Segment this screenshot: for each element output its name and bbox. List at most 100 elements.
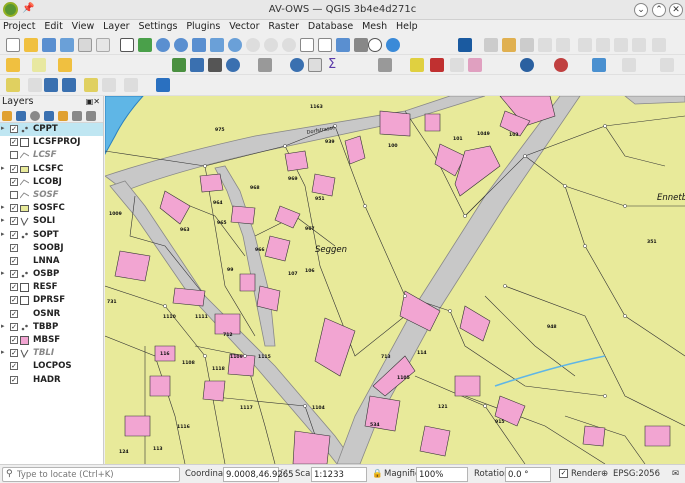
save-edits-icon[interactable] — [520, 38, 534, 52]
layer-visibility-checkbox[interactable]: ✓ — [10, 375, 18, 384]
layer-visibility-checkbox[interactable]: ✓ — [10, 283, 18, 292]
delete-selected-icon[interactable] — [578, 38, 592, 52]
map-canvas[interactable]: Seggen Ennetb Dorfstrasse 1163 975 939 100 1… — [105, 96, 685, 464]
bookmark-icon[interactable] — [336, 38, 350, 52]
manage-visibility-icon[interactable] — [30, 111, 40, 121]
label-star-icon[interactable] — [84, 78, 98, 92]
save-project-icon[interactable] — [42, 38, 56, 52]
new-3d-view-icon[interactable] — [318, 38, 332, 52]
layout-manager-icon[interactable] — [96, 38, 110, 52]
select-features-icon[interactable] — [32, 58, 46, 72]
layer-item[interactable]: ▸ ✓ TBLI — [0, 347, 103, 360]
layer-item[interactable]: ✓ OSNR — [0, 308, 103, 321]
menu-database[interactable]: Database — [305, 20, 356, 32]
layer-visibility-checkbox[interactable]: ✓ — [10, 204, 18, 213]
python-console-icon[interactable] — [458, 38, 472, 52]
minimize-icon[interactable]: ⌄ — [634, 3, 648, 17]
layer-visibility-checkbox[interactable]: ✓ — [10, 296, 18, 305]
map-tips-icon[interactable] — [290, 58, 304, 72]
menu-raster[interactable]: Raster — [265, 20, 302, 32]
add-group-icon[interactable] — [16, 111, 26, 121]
copy-features-icon[interactable] — [614, 38, 628, 52]
rotation-field[interactable]: 0.0 ° — [505, 467, 551, 482]
paste-features-icon[interactable] — [632, 38, 646, 52]
layer-item[interactable]: ✓ LOCPOS — [0, 360, 103, 373]
layer-item[interactable]: ▸ ✓ TBBP — [0, 321, 103, 334]
layer-visibility-checkbox[interactable] — [10, 190, 18, 199]
expand-all-icon[interactable] — [72, 111, 82, 121]
magnifier-field[interactable]: 100% — [416, 467, 468, 482]
layer-item[interactable]: ✓ LCOBJ — [0, 176, 103, 189]
pan-to-selection-icon[interactable] — [138, 38, 152, 52]
zoom-out-icon[interactable] — [174, 38, 188, 52]
label-settings-icon[interactable] — [6, 78, 20, 92]
expand-arrow-icon[interactable]: ▸ — [1, 230, 5, 238]
menu-plugins[interactable]: Plugins — [183, 20, 223, 32]
refresh-icon[interactable] — [386, 38, 400, 52]
style-icon[interactable] — [2, 111, 12, 121]
text-annotation-icon[interactable] — [378, 58, 392, 72]
undo-icon[interactable] — [652, 38, 666, 52]
attribute-table-icon[interactable] — [190, 58, 204, 72]
advanced-digitizing-icon[interactable] — [622, 58, 636, 72]
temporal-controller-icon[interactable] — [368, 38, 382, 52]
menu-view[interactable]: View — [69, 20, 98, 32]
statistics-icon[interactable] — [226, 58, 240, 72]
zoom-next-icon[interactable] — [282, 38, 296, 52]
processing-icon[interactable] — [592, 58, 606, 72]
label-rotate-icon[interactable] — [44, 78, 58, 92]
layer-item[interactable]: ✓ SOOBJ — [0, 242, 103, 255]
layer-visibility-checkbox[interactable]: ✓ — [10, 177, 18, 186]
layer-visibility-checkbox[interactable]: ✓ — [10, 349, 18, 358]
layer-visibility-checkbox[interactable]: ✓ — [10, 362, 18, 371]
layer-item[interactable]: ✓ MBSF — [0, 334, 103, 347]
layer-item[interactable]: ▸ ✓ SOSFC — [0, 202, 103, 215]
label-pin-icon[interactable] — [430, 58, 444, 72]
label-text-icon[interactable] — [102, 78, 116, 92]
toggle-editing-icon[interactable] — [502, 38, 516, 52]
zoom-last-icon[interactable] — [264, 38, 278, 52]
layer-item[interactable]: ✓ HADR — [0, 374, 103, 387]
new-project-icon[interactable] — [6, 38, 20, 52]
layer-item[interactable]: SOSF — [0, 189, 103, 202]
filter-expression-icon[interactable] — [58, 111, 68, 121]
menu-vector[interactable]: Vector — [226, 20, 262, 32]
layer-item[interactable]: ✓ DPRSF — [0, 294, 103, 307]
layer-item[interactable]: ▸ ✓ LCSFC — [0, 163, 103, 176]
layer-item[interactable]: ▸ ✓ CPPT — [0, 123, 103, 137]
expand-arrow-icon[interactable]: ▸ — [1, 269, 5, 277]
expand-arrow-icon[interactable]: ▸ — [1, 124, 5, 132]
menu-help[interactable]: Help — [393, 20, 421, 32]
measure-icon[interactable] — [258, 58, 272, 72]
menu-mesh[interactable]: Mesh — [359, 20, 390, 32]
coordinate-field[interactable]: 9.0008,46.9265 — [223, 467, 294, 482]
zoom-full-icon[interactable] — [192, 38, 206, 52]
locator-input[interactable] — [17, 469, 177, 480]
layer-item[interactable]: ▸ ✓ OSBP — [0, 268, 103, 281]
save-as-icon[interactable] — [60, 38, 74, 52]
label-change-icon[interactable] — [62, 78, 76, 92]
layer-item[interactable]: ✓ LCSFPROJ — [0, 136, 103, 149]
python-icon[interactable] — [156, 78, 170, 92]
zoom-in-icon[interactable] — [156, 38, 170, 52]
layer-visibility-checkbox[interactable]: ✓ — [10, 125, 18, 133]
layer-visibility-checkbox[interactable] — [10, 151, 18, 160]
layer-visibility-checkbox[interactable]: ✓ — [10, 217, 18, 226]
add-feature-icon[interactable] — [538, 38, 552, 52]
crs-icon[interactable]: ⊕ — [601, 469, 608, 479]
menu-project[interactable]: Project — [0, 20, 39, 32]
sum-icon[interactable]: Σ — [328, 58, 342, 72]
open-project-icon[interactable] — [24, 38, 38, 52]
layer-item[interactable]: ✓ RESF — [0, 281, 103, 294]
layer-visibility-checkbox[interactable]: ✓ — [10, 270, 18, 279]
messages-icon[interactable]: ✉ — [672, 469, 679, 479]
label-tool-icon[interactable] — [410, 58, 424, 72]
layer-item[interactable]: ✓ LNNA — [0, 255, 103, 268]
expand-arrow-icon[interactable]: ▸ — [1, 164, 5, 172]
scale-field[interactable]: 1:1233 — [311, 467, 367, 482]
expand-arrow-icon[interactable]: ▸ — [1, 322, 5, 330]
menu-layer[interactable]: Layer — [100, 20, 133, 32]
layer-item[interactable]: LCSF — [0, 149, 103, 162]
new-map-view-icon[interactable] — [300, 38, 314, 52]
zoom-native-icon[interactable] — [246, 38, 260, 52]
